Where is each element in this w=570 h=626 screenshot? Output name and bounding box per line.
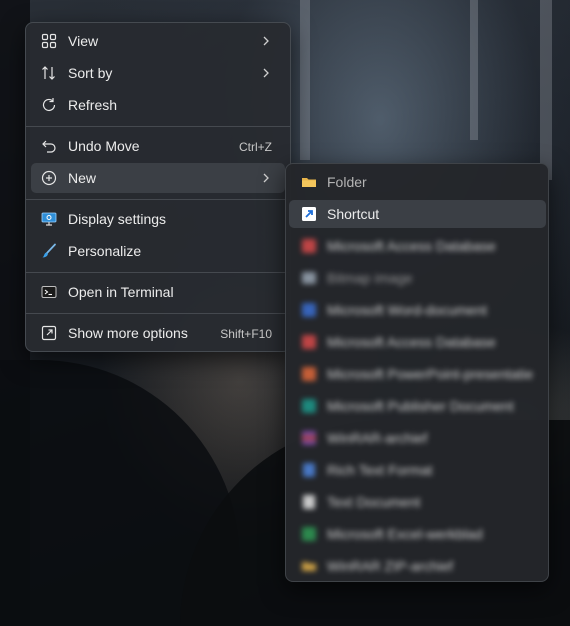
publisher-icon: [302, 399, 316, 413]
menu-item-label: Sort by: [68, 65, 113, 81]
sort-icon: [42, 66, 55, 80]
submenu-item-word-document[interactable]: Microsoft Word-document: [289, 296, 546, 324]
undo-icon: [42, 140, 56, 153]
grid-icon: [41, 33, 57, 49]
menu-item-label: Open in Terminal: [68, 284, 174, 300]
submenu-item-access-database[interactable]: Microsoft Access Database: [289, 232, 546, 260]
submenu-item-winrar-archive[interactable]: WinRAR-archief: [289, 424, 546, 452]
shortcut-label: Ctrl+Z: [239, 140, 272, 154]
menu-separator: [26, 272, 290, 273]
submenu-item-excel-worksheet[interactable]: Microsoft Excel-werkblad: [289, 520, 546, 548]
submenu-item-label: Microsoft Word-document: [327, 302, 488, 318]
rtf-icon: [303, 463, 315, 477]
menu-item-show-more-options[interactable]: Show more options Shift+F10: [31, 318, 285, 348]
menu-item-personalize[interactable]: Personalize: [31, 236, 285, 266]
menu-item-label: Refresh: [68, 97, 118, 113]
menu-separator: [26, 313, 290, 314]
show-more-icon: [41, 325, 57, 341]
excel-icon: [302, 527, 316, 541]
plus-circle-icon: [41, 170, 57, 186]
context-menu: View Sort by Refresh Undo Move Ctrl+Z Ne…: [25, 22, 291, 352]
submenu-item-label: Microsoft Excel-werkblad: [327, 526, 483, 542]
bitmap-icon: [302, 272, 316, 284]
menu-separator: [26, 126, 290, 127]
submenu-item-label: Shortcut: [327, 206, 380, 222]
menu-item-sort-by[interactable]: Sort by: [31, 58, 285, 88]
menu-item-open-in-terminal[interactable]: Open in Terminal: [31, 277, 285, 307]
submenu-item-label: Rich Text Format: [327, 462, 433, 478]
submenu-item-label: Text Document: [327, 494, 421, 510]
access-icon: [302, 335, 316, 349]
menu-item-label: View: [68, 33, 99, 49]
zip-icon: [302, 562, 316, 571]
menu-item-display-settings[interactable]: Display settings: [31, 204, 285, 234]
shortcut-icon: [302, 207, 316, 221]
submenu-item-label: Bitmap image: [327, 270, 413, 286]
submenu-item-publisher-document[interactable]: Microsoft Publisher Document: [289, 392, 546, 420]
chevron-right-icon: [263, 36, 269, 46]
submenu-item-label: Microsoft Access Database: [327, 334, 496, 350]
winrar-icon: [302, 431, 316, 445]
submenu-item-rich-text-format[interactable]: Rich Text Format: [289, 456, 546, 484]
menu-item-label: New: [68, 170, 97, 186]
word-icon: [302, 303, 316, 317]
submenu-item-folder[interactable]: Folder: [289, 168, 546, 196]
menu-item-refresh[interactable]: Refresh: [31, 90, 285, 120]
submenu-item-label: Microsoft Publisher Document: [327, 398, 514, 414]
powerpoint-icon: [302, 367, 316, 381]
submenu-item-access-database[interactable]: Microsoft Access Database: [289, 328, 546, 356]
display-settings-icon: [41, 212, 57, 226]
submenu-item-label: Microsoft Access Database: [327, 238, 496, 254]
new-submenu: Folder Shortcut Microsoft Access Databas…: [285, 163, 549, 582]
chevron-right-icon: [263, 68, 269, 78]
submenu-item-label: WinRAR-archief: [327, 430, 428, 446]
menu-item-label: Undo Move: [68, 138, 140, 154]
submenu-item-powerpoint-presentation[interactable]: Microsoft PowerPoint-presentatie: [289, 360, 546, 388]
submenu-item-label: WinRAR ZIP-archief: [327, 558, 454, 574]
brush-icon: [42, 243, 56, 258]
menu-item-label: Show more options: [68, 325, 188, 341]
submenu-item-label: Microsoft PowerPoint-presentatie: [327, 366, 534, 382]
terminal-icon: [41, 286, 57, 298]
submenu-item-text-document[interactable]: Text Document: [289, 488, 546, 516]
submenu-item-bitmap-image[interactable]: Bitmap image: [289, 264, 546, 292]
submenu-item-shortcut[interactable]: Shortcut: [289, 200, 546, 228]
menu-item-label: Display settings: [68, 211, 167, 227]
menu-item-view[interactable]: View: [31, 26, 285, 56]
access-icon: [302, 239, 316, 253]
text-document-icon: [303, 495, 315, 509]
submenu-item-label: Folder: [327, 174, 367, 190]
menu-separator: [26, 199, 290, 200]
menu-item-new[interactable]: New: [31, 163, 285, 193]
refresh-icon: [42, 98, 56, 111]
menu-item-label: Personalize: [68, 243, 142, 259]
chevron-right-icon: [263, 173, 269, 183]
submenu-item-winrar-zip-archive[interactable]: WinRAR ZIP-archief: [289, 552, 546, 580]
folder-icon: [302, 178, 316, 187]
menu-item-undo-move[interactable]: Undo Move Ctrl+Z: [31, 131, 285, 161]
shortcut-label: Shift+F10: [220, 327, 272, 341]
